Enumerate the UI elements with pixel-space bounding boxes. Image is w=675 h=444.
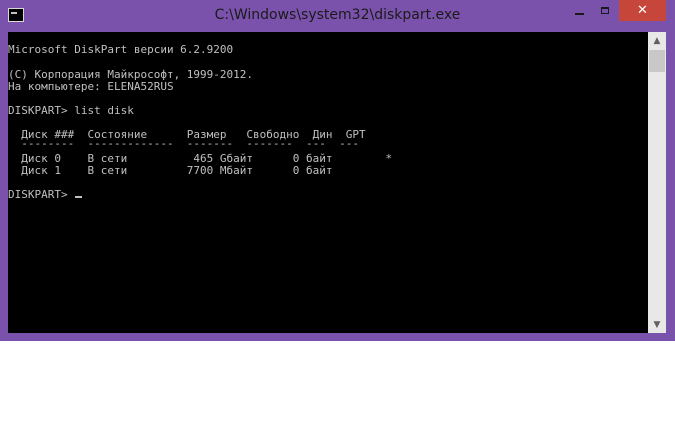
scrollbar-thumb[interactable] [649, 50, 665, 72]
minimize-button[interactable] [567, 0, 591, 21]
close-button[interactable]: ✕ [619, 0, 666, 21]
console-window: C:\Windows\system32\diskpart.exe ✕ Micro… [0, 0, 675, 341]
console-prompt: DISKPART> [8, 188, 75, 201]
text-cursor [75, 196, 83, 198]
console-output[interactable]: Microsoft DiskPart версии 6.2.9200 (C) К… [8, 32, 648, 333]
vertical-scrollbar[interactable]: ▲ ▼ [648, 32, 666, 333]
minimize-icon [574, 12, 584, 15]
console-line-command: DISKPART> list disk [8, 104, 134, 117]
console-line-version: Microsoft DiskPart версии 6.2.9200 [8, 43, 234, 56]
chevron-up-icon: ▲ [653, 35, 661, 46]
close-icon: ✕ [637, 3, 648, 18]
console-line-computer: На компьютере: ELENA52RUS [8, 80, 174, 93]
chevron-down-icon: ▼ [653, 319, 661, 330]
scroll-up-button[interactable]: ▲ [648, 32, 666, 49]
title-bar[interactable]: C:\Windows\system32\diskpart.exe ✕ [0, 0, 675, 32]
scroll-down-button[interactable]: ▼ [648, 316, 666, 333]
maximize-icon [601, 7, 609, 14]
disk-table-separator: -------- ------------- ------- ------- -… [8, 137, 359, 150]
disk-table-row-1: Диск 1 В сети 7700 Мбайт 0 байт [8, 164, 333, 177]
console-prompt-line[interactable]: DISKPART> [8, 188, 83, 201]
maximize-button[interactable] [593, 0, 617, 21]
